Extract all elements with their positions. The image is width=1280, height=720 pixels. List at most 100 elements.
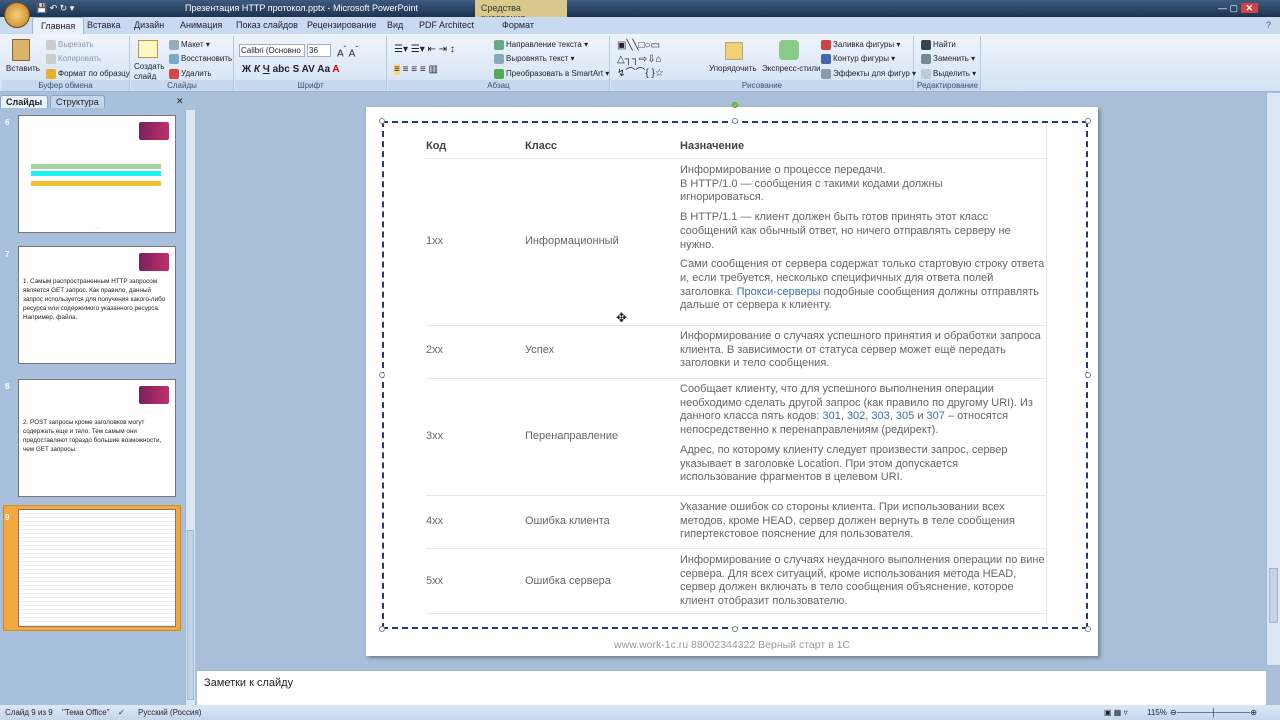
resize-handle[interactable] xyxy=(379,372,385,378)
font-format-buttons[interactable]: Ж К Ч abc S AV Aa A xyxy=(242,64,340,75)
paragraph: В HTTP/1.0 — сообщения с такими кодами д… xyxy=(680,177,943,204)
tab-format[interactable]: Формат xyxy=(502,20,534,30)
slide-thumbnail-6[interactable]: — xyxy=(18,115,176,233)
resize-handle[interactable] xyxy=(1085,626,1091,632)
brush-icon xyxy=(46,69,56,79)
tab-home[interactable]: Главная xyxy=(32,17,85,34)
resize-handle[interactable] xyxy=(732,118,738,124)
copy-button[interactable]: Копировать xyxy=(46,54,101,64)
replace-button[interactable]: Заменить ▾ xyxy=(921,54,975,64)
notes-field[interactable]: Заметки к слайду xyxy=(197,670,1266,705)
code-cell: 1xx xyxy=(426,235,444,247)
select-button[interactable]: Выделить ▾ xyxy=(921,69,976,79)
spellcheck-icon[interactable]: ✓ xyxy=(118,708,125,717)
binoculars-icon xyxy=(921,40,931,50)
replace-icon xyxy=(921,54,931,64)
panel-scrollbar[interactable] xyxy=(185,110,195,705)
shape-effects-button[interactable]: Эффекты для фигур ▾ xyxy=(821,69,916,79)
delete-slide-button[interactable]: Удалить xyxy=(169,69,212,79)
language[interactable]: Русский (Россия) xyxy=(138,708,201,717)
shapes-gallery[interactable]: ▣╲╲□○▭ △┐┐⇨⇩⌂ ↯⌒⌒{ }☆ xyxy=(617,39,664,81)
code-302-link[interactable]: 302 xyxy=(847,410,865,422)
group-editing: Найти Заменить ▾ Выделить ▾ Редактирован… xyxy=(915,36,981,91)
resize-handle[interactable] xyxy=(1085,118,1091,124)
resize-handle[interactable] xyxy=(1085,372,1091,378)
logo xyxy=(139,386,169,404)
purpose-cell: Информирование о случаях неудачного выпо… xyxy=(680,554,1045,608)
font-size-select[interactable]: 36 xyxy=(307,44,331,57)
tab-insert[interactable]: Вставка xyxy=(87,20,120,30)
grow-font-button[interactable]: Aˆ Aˇ xyxy=(337,44,358,59)
close-panel-icon[interactable]: ✕ xyxy=(176,96,184,107)
delete-icon xyxy=(169,69,179,79)
office-button[interactable] xyxy=(4,2,30,28)
purpose-cell: Сообщает клиенту, что для успешного выпо… xyxy=(680,383,1033,484)
align-buttons[interactable]: ≡ ≡ ≡ ≡ ▥ xyxy=(394,64,438,75)
slide-counter: Слайд 9 из 9 xyxy=(5,708,53,717)
logo xyxy=(139,253,169,271)
group-drawing: ▣╲╲□○▭ △┐┐⇨⇩⌂ ↯⌒⌒{ }☆ Упорядочить Экспре… xyxy=(611,36,916,91)
tab-design[interactable]: Дизайн xyxy=(134,20,164,30)
tab-outline[interactable]: Структура xyxy=(50,95,105,108)
align-text-icon xyxy=(494,54,504,64)
paste-button[interactable]: Вставить xyxy=(6,64,40,73)
tab-slides[interactable]: Слайды xyxy=(0,95,49,108)
slide-footer: www.work-1c.ru 88002344322 Верный старт … xyxy=(613,639,850,651)
arrange-button[interactable]: Упорядочить xyxy=(709,64,757,73)
tab-slideshow[interactable]: Показ слайдов xyxy=(236,20,298,30)
reset-button[interactable]: Восстановить xyxy=(169,54,232,64)
resize-handle[interactable] xyxy=(379,626,385,632)
code-cell: 5xx xyxy=(426,575,444,587)
resize-handle[interactable] xyxy=(732,626,738,632)
slide-thumbnail-7[interactable]: 1. Самым распространенным HTTP запросом … xyxy=(18,246,176,364)
layout-button[interactable]: Макет ▾ xyxy=(169,40,210,50)
smartart-button[interactable]: Преобразовать в SmartArt ▾ xyxy=(494,69,609,79)
group-font: Calibri (Основно 36 Aˆ Aˇ Ж К Ч abc S AV… xyxy=(235,36,387,91)
vertical-scrollbar[interactable] xyxy=(1266,93,1280,665)
logo xyxy=(139,122,169,140)
tab-review[interactable]: Рецензирование xyxy=(307,20,377,30)
new-slide-button[interactable]: Создать слайд xyxy=(134,62,168,82)
group-paragraph: ☰▾ ☰▾ ⇤ ⇥ ↕ ≡ ≡ ≡ ≡ ▥ Направление текста… xyxy=(388,36,610,91)
quick-styles-button[interactable]: Экспресс-стили xyxy=(762,64,821,73)
group-label: Шрифт xyxy=(235,80,386,91)
slide-thumbnail-8[interactable]: 2. POST запросы кроме заголовков могут с… xyxy=(18,379,176,497)
code-303-link[interactable]: 303 xyxy=(871,410,889,422)
quick-access-toolbar[interactable]: 💾 ↶ ↻ ▾ xyxy=(36,3,74,14)
thumb-text: 2. POST запросы кроме заголовков могут с… xyxy=(23,419,162,453)
format-painter-button[interactable]: Формат по образцу xyxy=(46,69,130,79)
zoom-level[interactable]: 115% xyxy=(1147,708,1167,717)
list-buttons[interactable]: ☰▾ ☰▾ ⇤ ⇥ ↕ xyxy=(394,44,455,55)
zoom-slider[interactable]: ⊖──────┼──────⊕ xyxy=(1170,708,1257,717)
code-301-link[interactable]: 301 xyxy=(822,410,840,422)
tab-animation[interactable]: Анимация xyxy=(180,20,222,30)
new-slide-icon xyxy=(138,40,158,58)
tab-view[interactable]: Вид xyxy=(387,20,403,30)
header-class: Класс xyxy=(525,140,558,152)
tab-pdf-architect[interactable]: PDF Architect xyxy=(419,20,474,30)
view-buttons[interactable]: ▣ ▦ ▿ xyxy=(1104,708,1128,717)
paragraph: подобные сообщения должны отправлять дал… xyxy=(680,285,1039,312)
resize-handle[interactable] xyxy=(379,118,385,124)
font-name-select[interactable]: Calibri (Основно xyxy=(239,44,305,57)
window-title: Презентация HTTP протокол.pptx - Microso… xyxy=(185,3,419,13)
header-purpose: Назначение xyxy=(680,140,745,152)
help-icon[interactable]: ? xyxy=(1266,20,1271,30)
shape-fill-button[interactable]: Заливка фигуры ▾ xyxy=(821,40,900,50)
slide-thumbnail-9[interactable] xyxy=(18,509,176,627)
align-text-button[interactable]: Выровнять текст ▾ xyxy=(494,54,575,64)
proxy-servers-link[interactable]: Прокси-серверы xyxy=(737,286,821,298)
thumb-number: 7 xyxy=(5,250,10,259)
window-controls[interactable]: — ▢ ✕ xyxy=(1218,3,1259,14)
shape-outline-button[interactable]: Контур фигуры ▾ xyxy=(821,54,895,64)
code-307-link[interactable]: 307 xyxy=(927,410,945,422)
find-button[interactable]: Найти xyxy=(921,40,956,50)
group-label: Буфер обмена xyxy=(2,80,129,91)
ribbon: Вставить Вырезать Копировать Формат по о… xyxy=(0,34,1280,92)
text-direction-icon xyxy=(494,40,504,50)
rotate-handle[interactable] xyxy=(732,102,738,108)
cut-button[interactable]: Вырезать xyxy=(46,40,94,50)
text-direction-button[interactable]: Направление текста ▾ xyxy=(494,40,588,50)
code-305-link[interactable]: 305 xyxy=(896,410,914,422)
code-cell: 2xx xyxy=(426,344,444,356)
